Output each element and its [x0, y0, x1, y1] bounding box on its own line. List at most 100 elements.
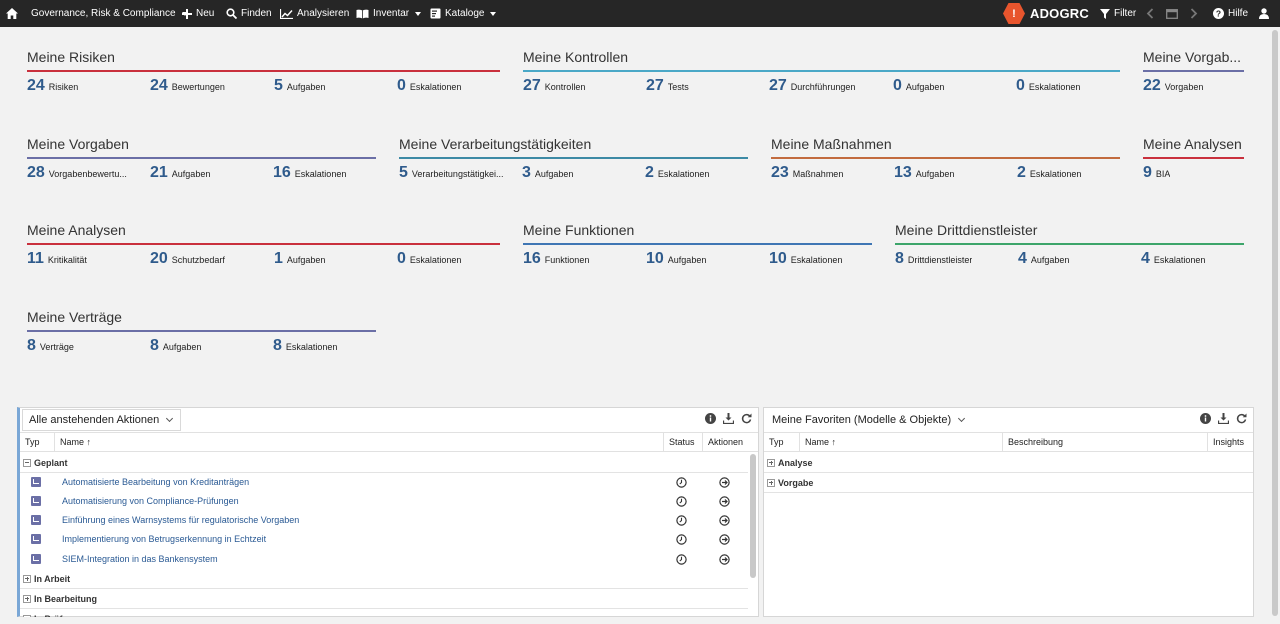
metric-tasks[interactable]: 3 Aufgaben: [522, 164, 644, 182]
column-description[interactable]: Beschreibung: [1003, 433, 1208, 452]
new-button[interactable]: Neu: [182, 0, 214, 27]
metric-tasks[interactable]: 1 Aufgaben: [274, 250, 396, 268]
refresh-icon[interactable]: [1236, 413, 1247, 424]
refresh-icon[interactable]: [741, 413, 752, 424]
table-scrollbar[interactable]: [750, 454, 756, 578]
metric-vorgaben[interactable]: 22 Vorgaben: [1143, 77, 1265, 95]
group-planned[interactable]: Geplant: [20, 453, 748, 473]
metric-tasks[interactable]: 4 Aufgaben: [1018, 250, 1140, 268]
section-title[interactable]: Meine Vorgab...: [1143, 49, 1244, 66]
catalogs-menu[interactable]: Kataloge: [430, 0, 497, 27]
metric-risks[interactable]: 24 Risiken: [27, 77, 149, 95]
column-type[interactable]: Typ: [20, 433, 55, 452]
metric-tasks[interactable]: 13 Aufgaben: [894, 164, 1016, 182]
column-name[interactable]: Name ↑: [800, 433, 1003, 452]
section-title[interactable]: Meine Funktionen: [523, 222, 872, 239]
metric-tasks[interactable]: 10 Aufgaben: [646, 250, 768, 268]
metric-assessments[interactable]: 24 Bewertungen: [150, 77, 272, 95]
back-button[interactable]: [1146, 0, 1154, 27]
arrow-right-circle-icon[interactable]: [719, 477, 730, 488]
section-title[interactable]: Meine Risiken: [27, 49, 500, 66]
expand-icon[interactable]: [23, 594, 31, 603]
expand-icon[interactable]: [767, 458, 775, 467]
metric-escalations[interactable]: 0 Eskalationen: [1016, 77, 1138, 95]
favorites-dropdown[interactable]: Meine Favoriten (Modelle & Objekte): [766, 409, 973, 431]
metric-escalations[interactable]: 2 Eskalationen: [645, 164, 767, 182]
inventory-menu[interactable]: Inventar: [356, 0, 422, 27]
item-link[interactable]: Automatisierte Bearbeitung von Kreditant…: [62, 473, 249, 492]
section-title[interactable]: Meine Maßnahmen: [771, 136, 1120, 153]
section-title[interactable]: Meine Analysen: [1143, 136, 1244, 153]
metric-tasks[interactable]: 8 Aufgaben: [150, 337, 272, 355]
metric-third-party-providers[interactable]: 8 Drittdienstleister: [895, 250, 1017, 268]
column-name[interactable]: Name ↑: [55, 433, 664, 452]
section-title[interactable]: Meine Analysen: [27, 222, 500, 239]
help-button[interactable]: ? Hilfe: [1213, 0, 1248, 27]
metric-criticality[interactable]: 11 Kritikalität: [27, 250, 149, 268]
analyze-button[interactable]: Analysieren: [280, 0, 349, 27]
page-scrollbar[interactable]: [1272, 30, 1278, 616]
metric-escalations[interactable]: 10 Eskalationen: [769, 250, 891, 268]
section-title[interactable]: Meine Vorgaben: [27, 136, 376, 153]
home-button[interactable]: [6, 0, 18, 27]
filter-button[interactable]: Filter: [1100, 0, 1136, 27]
metric-tasks[interactable]: 0 Aufgaben: [893, 77, 1015, 95]
metric-protection-needs[interactable]: 20 Schutzbedarf: [150, 250, 272, 268]
section-title[interactable]: Meine Drittdienstleister: [895, 222, 1244, 239]
arrow-right-circle-icon[interactable]: [719, 534, 730, 545]
item-link[interactable]: Implementierung von Betrugserkennung in …: [62, 530, 266, 549]
metric-processing-activities[interactable]: 5 Verarbeitungstätigkei...: [399, 164, 521, 182]
table-row[interactable]: Automatisierte Bearbeitung von Kreditant…: [20, 473, 748, 492]
group-in-editing[interactable]: In Bearbeitung: [20, 589, 748, 609]
workspace-menu[interactable]: Governance, Risk & Compliance: [31, 0, 188, 27]
metric-executions[interactable]: 27 Durchführungen: [769, 77, 891, 95]
section-title[interactable]: Meine Kontrollen: [523, 49, 1120, 66]
metric-escalations[interactable]: 16 Eskalationen: [273, 164, 395, 182]
metric-tests[interactable]: 27 Tests: [646, 77, 768, 95]
group-analysis[interactable]: Analyse: [764, 453, 1253, 473]
section-title[interactable]: Meine Verarbeitungstätigkeiten: [399, 136, 748, 153]
column-type[interactable]: Typ: [764, 433, 800, 452]
window-button[interactable]: [1166, 0, 1178, 27]
column-insights[interactable]: Insights: [1208, 433, 1253, 452]
group-vorgabe[interactable]: Vorgabe: [764, 473, 1253, 493]
arrow-right-circle-icon[interactable]: [719, 554, 730, 565]
expand-icon[interactable]: [767, 478, 775, 487]
metric-measures[interactable]: 23 Maßnahmen: [771, 164, 893, 182]
expand-icon[interactable]: [23, 615, 31, 617]
download-icon[interactable]: [1218, 413, 1229, 424]
table-row[interactable]: SIEM-Integration in das Bankensystem: [20, 550, 748, 569]
table-row[interactable]: Einführung eines Warnsystems für regulat…: [20, 511, 748, 530]
metric-functions[interactable]: 16 Funktionen: [523, 250, 645, 268]
metric-bia[interactable]: 9 BIA: [1143, 164, 1265, 182]
metric-vorgabenbewertungen[interactable]: 28 Vorgabenbewertu...: [27, 164, 149, 182]
expand-icon[interactable]: [23, 574, 31, 583]
group-in-review[interactable]: In Prüfung: [20, 609, 748, 617]
column-actions[interactable]: Aktionen: [703, 433, 759, 452]
item-link[interactable]: Einführung eines Warnsystems für regulat…: [62, 511, 299, 530]
metric-controls[interactable]: 27 Kontrollen: [523, 77, 645, 95]
metric-escalations[interactable]: 0 Eskalationen: [397, 77, 519, 95]
info-icon[interactable]: [1200, 413, 1211, 424]
find-button[interactable]: Finden: [226, 0, 272, 27]
forward-button[interactable]: [1190, 0, 1198, 27]
item-link[interactable]: Automatisierung von Compliance-Prüfungen: [62, 492, 239, 511]
actions-filter-dropdown[interactable]: Alle anstehenden Aktionen: [22, 409, 182, 431]
metric-escalations[interactable]: 8 Eskalationen: [273, 337, 395, 355]
table-row[interactable]: Automatisierung von Compliance-Prüfungen: [20, 492, 748, 511]
group-in-progress[interactable]: In Arbeit: [20, 569, 748, 589]
collapse-icon[interactable]: [23, 458, 31, 467]
section-title[interactable]: Meine Verträge: [27, 309, 376, 326]
arrow-right-circle-icon[interactable]: [719, 515, 730, 526]
arrow-right-circle-icon[interactable]: [719, 496, 730, 507]
metric-tasks[interactable]: 21 Aufgaben: [150, 164, 272, 182]
column-status[interactable]: Status: [664, 433, 703, 452]
metric-tasks[interactable]: 5 Aufgaben: [274, 77, 396, 95]
metric-escalations[interactable]: 4 Eskalationen: [1141, 250, 1263, 268]
download-icon[interactable]: [723, 413, 734, 424]
metric-contracts[interactable]: 8 Verträge: [27, 337, 149, 355]
user-button[interactable]: [1259, 0, 1269, 27]
metric-escalations[interactable]: 0 Eskalationen: [397, 250, 519, 268]
table-row[interactable]: Implementierung von Betrugserkennung in …: [20, 530, 748, 549]
item-link[interactable]: SIEM-Integration in das Bankensystem: [62, 550, 218, 569]
